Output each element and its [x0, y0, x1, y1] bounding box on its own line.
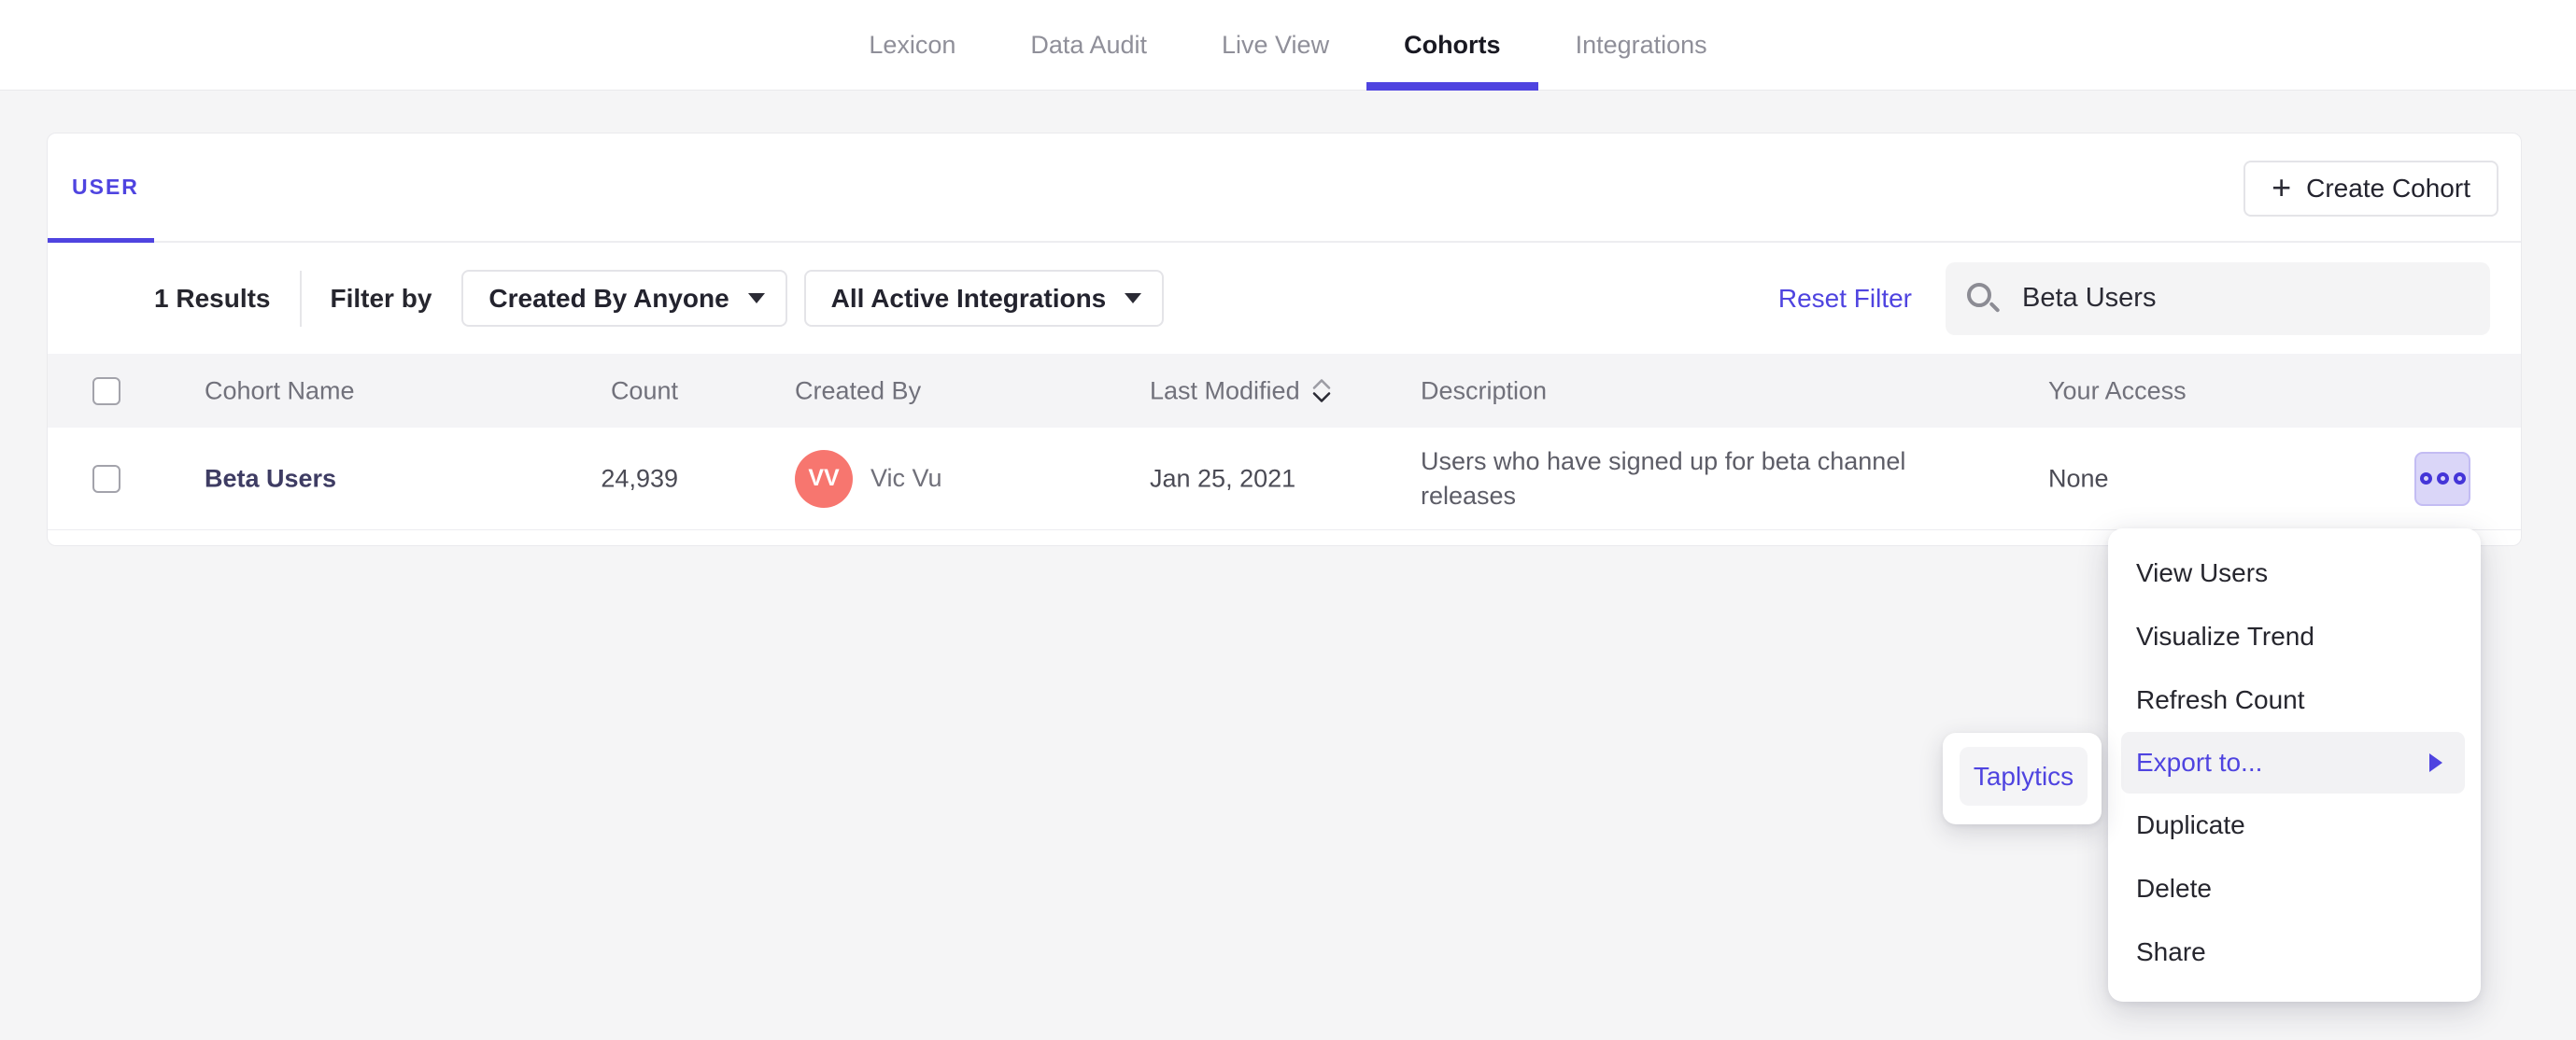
header-created-by: Created By [795, 376, 922, 404]
tab-user[interactable]: USER [48, 134, 154, 243]
search-box[interactable] [1946, 261, 2490, 335]
table-header: Cohort Name Count Created By Last Modifi… [48, 354, 2521, 428]
results-count: 1 Results [154, 283, 271, 313]
header-cohort-name: Cohort Name [205, 376, 355, 404]
nav-tab-live-view[interactable]: Live View [1184, 0, 1366, 90]
export-to-label: Export to... [2136, 748, 2263, 777]
access-value: None [2048, 464, 2109, 492]
creator-name: Vic Vu [870, 464, 942, 492]
select-all-checkbox[interactable] [92, 376, 120, 405]
sort-icon [1312, 379, 1330, 402]
row-context-menu: View Users Visualize Trend Refresh Count… [2108, 528, 2481, 1002]
row-actions-button[interactable] [2414, 451, 2470, 506]
created-by-dropdown-value: Created By Anyone [488, 283, 729, 313]
last-modified-value: Jan 25, 2021 [1150, 464, 1296, 492]
cohort-count: 24,939 [601, 464, 678, 492]
row-checkbox[interactable] [92, 464, 120, 493]
ellipsis-icon [2419, 472, 2432, 485]
plus-icon: + [2272, 167, 2292, 206]
cohort-name-link[interactable]: Beta Users [205, 464, 336, 493]
nav-tab-lexicon[interactable]: Lexicon [831, 0, 993, 90]
created-by-dropdown[interactable]: Created By Anyone [461, 270, 787, 327]
filter-bar: 1 Results Filter by Created By Anyone Al… [48, 243, 2521, 354]
menu-item-share[interactable]: Share [2108, 921, 2481, 984]
header-your-access: Your Access [2048, 376, 2187, 404]
search-icon [1967, 282, 2001, 315]
menu-item-refresh-count[interactable]: Refresh Count [2108, 668, 2481, 732]
integrations-dropdown[interactable]: All Active Integrations [803, 270, 1165, 327]
avatar: VV [795, 449, 853, 508]
header-count: Count [610, 376, 678, 404]
menu-item-export-to[interactable]: Export to... [2121, 732, 2465, 794]
reset-filter-link[interactable]: Reset Filter [1778, 284, 1912, 314]
filter-by-label: Filter by [330, 283, 432, 313]
header-description: Description [1421, 376, 1548, 404]
cohort-description: Users who have signed up for beta channe… [1421, 446, 1906, 510]
table-row: Beta Users 24,939 VV Vic Vu Jan 25, 2021… [48, 428, 2521, 530]
menu-item-visualize-trend[interactable]: Visualize Trend [2108, 605, 2481, 668]
header-last-modified-sort[interactable]: Last Modified [1150, 376, 1332, 405]
chevron-down-icon [747, 293, 765, 303]
integrations-dropdown-value: All Active Integrations [830, 283, 1107, 313]
cohorts-page: Lexicon Data Audit Live View Cohorts Int… [0, 0, 2576, 1040]
submenu-item-taplytics[interactable]: Taplytics [1960, 747, 2088, 806]
menu-item-view-users[interactable]: View Users [2108, 541, 2481, 605]
panel-tab-strip: USER + Create Cohort [48, 134, 2521, 243]
nav-tab-data-audit[interactable]: Data Audit [993, 0, 1184, 90]
submenu-arrow-icon [2429, 753, 2442, 772]
created-by-cell: VV Vic Vu [795, 449, 942, 508]
create-cohort-label: Create Cohort [2306, 174, 2470, 203]
nav-tab-cohorts[interactable]: Cohorts [1366, 0, 1538, 91]
top-nav: Lexicon Data Audit Live View Cohorts Int… [0, 0, 2576, 91]
create-cohort-button[interactable]: + Create Cohort [2243, 161, 2498, 217]
search-input[interactable] [2022, 283, 2490, 314]
export-submenu: Taplytics [1943, 733, 2102, 824]
menu-item-duplicate[interactable]: Duplicate [2108, 794, 2481, 857]
filter-divider [299, 270, 302, 327]
nav-tab-integrations[interactable]: Integrations [1538, 0, 1745, 90]
menu-item-delete[interactable]: Delete [2108, 857, 2481, 921]
header-last-modified-label: Last Modified [1150, 376, 1300, 404]
cohorts-panel: USER + Create Cohort 1 Results Filter by… [47, 133, 2522, 546]
chevron-down-icon [1125, 293, 1142, 303]
top-nav-tabs: Lexicon Data Audit Live View Cohorts Int… [831, 0, 1745, 91]
